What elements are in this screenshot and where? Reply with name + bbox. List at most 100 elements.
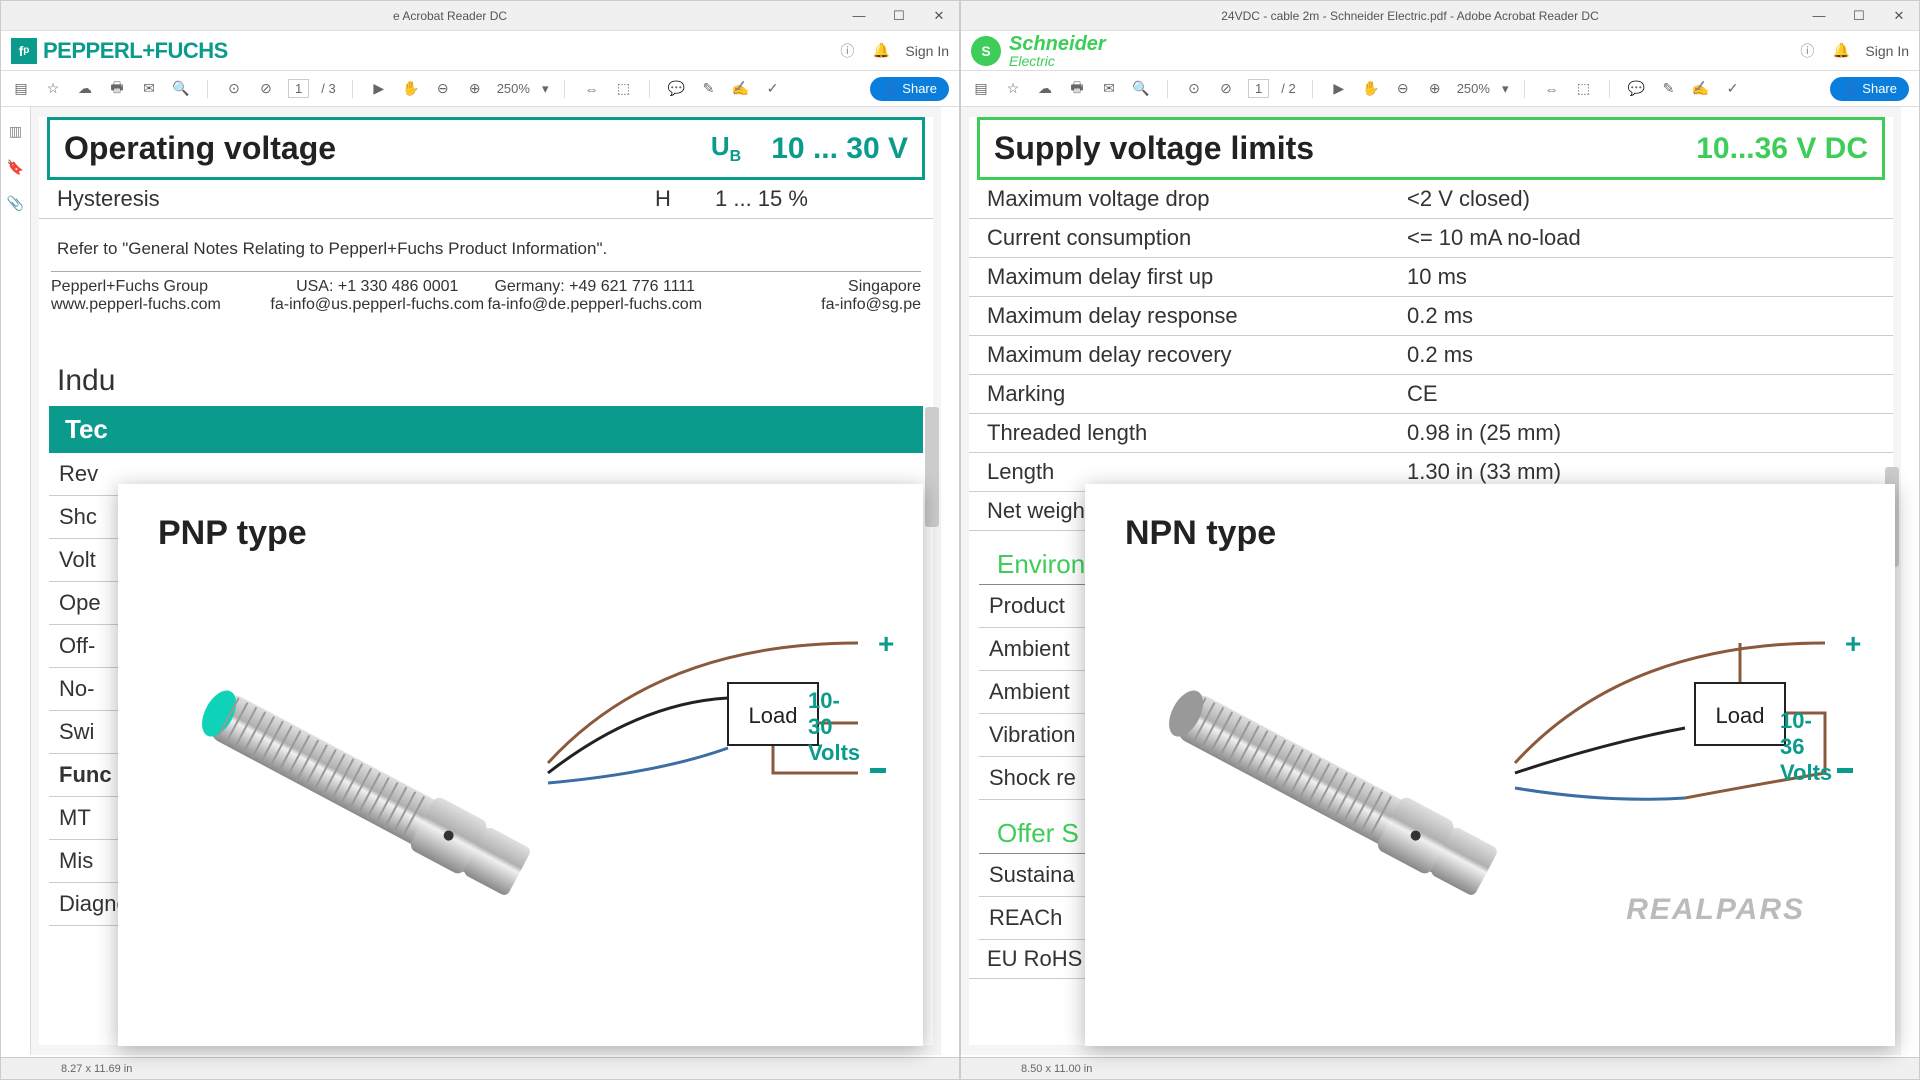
section-heading-cut: Indu [39,314,933,406]
statusbar-left: 8.27 x 11.69 in [1,1057,959,1079]
fit-page-icon[interactable]: ⬚ [613,79,633,99]
technical-data-band: Tec [49,406,923,453]
close-button[interactable]: ✕ [1879,1,1919,31]
spec-row: Maximum delay first up10 ms [969,258,1893,297]
attachment-icon[interactable]: 📎 [6,193,26,213]
plus-icon: + [1845,628,1861,659]
zoom-in-icon[interactable]: ⊕ [465,79,485,99]
zoom-out-icon[interactable]: ⊖ [1393,79,1413,99]
operating-voltage-highlight: Operating voltage UB 10 ... 30 V [47,117,925,180]
schneider-logo: S SchneiderElectric [971,34,1106,68]
print-icon[interactable]: 🖶 [107,79,127,99]
spec-value: 10...36 V DC [1696,132,1868,166]
pnp-title: PNP type [158,514,883,553]
bell-icon[interactable]: 🔔 [871,41,891,61]
zoom-out-icon[interactable]: ⊖ [433,79,453,99]
print-icon[interactable]: 🖶 [1067,79,1087,99]
fit-width-icon[interactable]: ⇔ [1541,79,1561,99]
cloud-icon[interactable]: ☁ [1035,79,1055,99]
search-icon[interactable]: 🔍 [1131,79,1151,99]
scrollbar-handle[interactable] [925,407,939,527]
pointer-icon[interactable]: ▶ [1329,79,1349,99]
toolbar-left: ▤ ☆ ☁ 🖶 ✉ 🔍 ⊙ ⊘ 1 / 3 ▶ ✋ ⊖ ⊕ 250%▾ ⇔ ⬚ … [1,71,959,107]
spec-table: Maximum voltage drop<2 V closed)Current … [969,180,1893,531]
zoom-value[interactable]: 250% [497,81,530,96]
supply-voltage-highlight: Supply voltage limits 10...36 V DC [977,117,1885,180]
voltage-range-pnp: 10-30 Volts [808,688,860,766]
window-title: 24VDC - cable 2m - Schneider Electric.pd… [961,9,1799,23]
sign-in-link[interactable]: Sign In [905,43,949,59]
bell-icon[interactable]: 🔔 [1831,41,1851,61]
spec-row: MarkingCE [969,375,1893,414]
spec-row: Maximum voltage drop<2 V closed) [969,180,1893,219]
pnp-diagram: Load + [158,573,858,933]
stamp-icon[interactable]: ✓ [1722,79,1742,99]
close-button[interactable]: ✕ [919,1,959,31]
left-nav-sidebar: ▥ 🔖 📎 [1,107,31,1055]
comment-icon[interactable]: 💬 [666,79,686,99]
highlight-icon[interactable]: ✎ [1658,79,1678,99]
star-icon[interactable]: ☆ [1003,79,1023,99]
share-person-icon: 👤 [1842,81,1858,97]
share-button[interactable]: 👤Share [1830,77,1909,101]
sidebar-toggle-icon[interactable]: ▤ [971,79,991,99]
next-page-icon[interactable]: ⊘ [256,79,276,99]
page-total: / 3 [321,81,335,96]
minimize-button[interactable]: — [839,1,879,31]
mail-icon[interactable]: ✉ [1099,79,1119,99]
svg-text:Load: Load [1716,703,1765,728]
help-icon[interactable]: ⓘ [1797,41,1817,61]
next-page-icon[interactable]: ⊘ [1216,79,1236,99]
pointer-icon[interactable]: ▶ [369,79,389,99]
app-header-left: fp PEPPERL+FUCHS ⓘ 🔔 Sign In [1,31,959,71]
app-header-right: S SchneiderElectric ⓘ 🔔 Sign In [961,31,1919,71]
spec-row: Maximum delay response0.2 ms [969,297,1893,336]
sign-icon[interactable]: ✍ [730,79,750,99]
help-icon[interactable]: ⓘ [837,41,857,61]
spec-label: Operating voltage [64,130,711,167]
maximize-button[interactable]: ☐ [879,1,919,31]
fit-page-icon[interactable]: ⬚ [1573,79,1593,99]
toolbar-right: ▤ ☆ ☁ 🖶 ✉ 🔍 ⊙ ⊘ 1 / 2 ▶ ✋ ⊖ ⊕ 250%▾ ⇔ ⬚ … [961,71,1919,107]
spec-label: Supply voltage limits [994,130,1696,167]
pepperl-fuchs-icon: fp [11,38,37,64]
mail-icon[interactable]: ✉ [139,79,159,99]
minimize-button[interactable]: — [1799,1,1839,31]
zoom-value[interactable]: 250% [1457,81,1490,96]
titlebar-right: 24VDC - cable 2m - Schneider Electric.pd… [961,1,1919,31]
minus-icon [870,768,886,773]
star-icon[interactable]: ☆ [43,79,63,99]
voltage-range-npn: 10-36 Volts [1780,708,1832,786]
zoom-in-icon[interactable]: ⊕ [1425,79,1445,99]
thumbnails-icon[interactable]: ▥ [6,121,26,141]
sign-in-link[interactable]: Sign In [1865,43,1909,59]
sign-icon[interactable]: ✍ [1690,79,1710,99]
highlight-icon[interactable]: ✎ [698,79,718,99]
footnote-text: Refer to "General Notes Relating to Pepp… [39,219,933,265]
page-number[interactable]: 1 [288,79,309,98]
page-number[interactable]: 1 [1248,79,1269,98]
search-icon[interactable]: 🔍 [171,79,191,99]
hand-icon[interactable]: ✋ [1361,79,1381,99]
share-button[interactable]: 👤Share [870,77,949,101]
cloud-icon[interactable]: ☁ [75,79,95,99]
spec-row: Current consumption<= 10 mA no-load [969,219,1893,258]
plus-icon: + [878,628,894,659]
hysteresis-row: Hysteresis H 1 ... 15 % [39,180,933,219]
npn-diagram: Load + [1125,573,1825,933]
spec-row: Threaded length0.98 in (25 mm) [969,414,1893,453]
sidebar-toggle-icon[interactable]: ▤ [11,79,31,99]
maximize-button[interactable]: ☐ [1839,1,1879,31]
stamp-icon[interactable]: ✓ [762,79,782,99]
prev-page-icon[interactable]: ⊙ [1184,79,1204,99]
zoom-dropdown-icon[interactable]: ▾ [542,81,549,97]
statusbar-right: 8.50 x 11.00 in [961,1057,1919,1079]
zoom-dropdown-icon[interactable]: ▾ [1502,81,1509,97]
window-title: e Acrobat Reader DC [1,9,839,23]
comment-icon[interactable]: 💬 [1626,79,1646,99]
minus-icon [1837,768,1853,773]
fit-width-icon[interactable]: ⇔ [581,79,601,99]
prev-page-icon[interactable]: ⊙ [224,79,244,99]
bookmark-icon[interactable]: 🔖 [6,157,26,177]
hand-icon[interactable]: ✋ [401,79,421,99]
